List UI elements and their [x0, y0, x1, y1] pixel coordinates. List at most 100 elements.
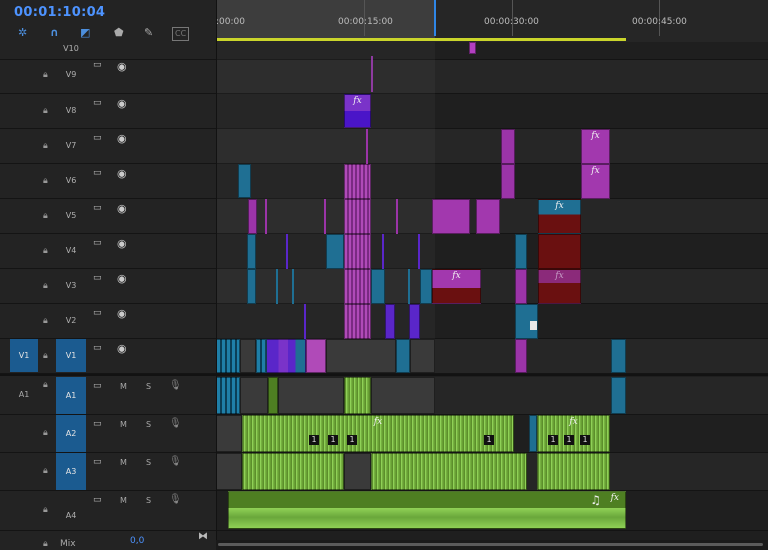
horizontal-scrollbar[interactable] — [216, 540, 768, 550]
solo-button[interactable]: S — [146, 458, 151, 467]
video-clip[interactable] — [385, 304, 395, 339]
video-clip[interactable] — [324, 199, 326, 234]
lock-icon[interactable]: 🔒︎ — [43, 380, 48, 390]
playhead-timecode[interactable]: 00:01:10:04 — [14, 5, 105, 20]
master-track-icon[interactable]: ⧓ — [198, 531, 208, 542]
audio-clip[interactable] — [344, 453, 371, 490]
sync-lock-icon[interactable]: ▭ — [93, 168, 102, 178]
video-clip[interactable] — [432, 199, 470, 234]
sync-lock-icon[interactable]: ▭ — [93, 238, 102, 248]
sync-lock-icon[interactable]: ▭ — [93, 133, 102, 143]
sync-lock-icon[interactable]: ▭ — [93, 203, 102, 213]
track-name[interactable]: A4 — [56, 511, 86, 520]
video-clip[interactable] — [409, 304, 420, 339]
video-clip-group[interactable] — [344, 199, 371, 234]
audio-clip[interactable] — [371, 377, 435, 414]
solo-button[interactable]: S — [146, 496, 151, 505]
video-clip[interactable] — [326, 339, 396, 373]
audio-clip[interactable] — [216, 377, 240, 414]
video-clip[interactable] — [304, 304, 306, 339]
video-clip-fx[interactable]: fx — [538, 199, 581, 234]
video-clip[interactable] — [366, 129, 368, 164]
eye-icon[interactable]: ◉ — [117, 202, 127, 215]
eye-icon[interactable]: ◉ — [117, 60, 127, 73]
audio-clip[interactable] — [240, 377, 268, 414]
lock-icon[interactable]: 🔒︎ — [43, 505, 48, 515]
mute-button[interactable]: M — [120, 496, 127, 505]
track-lanes[interactable]: fx fx fx fx fx fx fx 1 1 1 1 fx 1 1 1 ♫ … — [216, 42, 768, 550]
audio-clip-group[interactable]: fx 1 1 1 — [537, 415, 610, 452]
video-clip-fx[interactable]: fx — [581, 164, 610, 199]
playhead[interactable] — [434, 0, 436, 36]
video-clip[interactable] — [408, 269, 410, 304]
video-clip-group[interactable] — [266, 339, 306, 373]
video-clip-fx[interactable]: fx — [432, 269, 481, 304]
video-clip[interactable] — [240, 339, 256, 373]
video-clip[interactable] — [292, 269, 294, 304]
video-clip[interactable] — [248, 199, 257, 234]
audio-clip-group[interactable]: fx 1 1 1 1 — [242, 415, 514, 452]
sync-lock-icon[interactable]: ▭ — [93, 273, 102, 283]
video-audio-divider[interactable] — [0, 374, 768, 376]
scrollbar-thumb[interactable] — [218, 543, 763, 546]
mic-icon[interactable]: 🎙︎ — [169, 380, 182, 391]
video-clip[interactable] — [286, 234, 288, 269]
video-clip[interactable] — [371, 269, 385, 304]
sync-lock-icon[interactable]: ▭ — [93, 343, 102, 353]
video-clip[interactable] — [501, 129, 515, 164]
mic-icon[interactable]: 🎙︎ — [169, 456, 182, 467]
video-clip[interactable] — [501, 164, 515, 199]
mic-icon[interactable]: 🎙︎ — [169, 418, 182, 429]
sync-lock-icon[interactable]: ▭ — [93, 419, 102, 429]
lock-icon[interactable]: 🔒︎ — [43, 539, 48, 549]
audio-clip[interactable] — [344, 377, 371, 414]
video-clip-group[interactable] — [344, 304, 371, 339]
video-clip-group[interactable] — [344, 164, 371, 199]
time-ruler[interactable]: :00:00 00:00:15:00 00:00:30:00 00:00:45:… — [216, 0, 768, 42]
video-clip[interactable] — [371, 56, 373, 92]
video-clip[interactable] — [396, 199, 398, 234]
video-clip[interactable] — [420, 269, 432, 304]
lock-icon[interactable]: 🔒︎ — [43, 211, 48, 221]
track-target-a1[interactable]: A1 — [56, 377, 86, 414]
sync-lock-icon[interactable]: ▭ — [93, 308, 102, 318]
lock-icon[interactable]: 🔒︎ — [43, 351, 48, 361]
audio-clip[interactable] — [278, 377, 344, 414]
source-patch-v1[interactable]: V1 — [10, 339, 38, 372]
video-clip[interactable] — [515, 269, 527, 304]
video-clip[interactable] — [265, 199, 267, 234]
audio-clip[interactable] — [529, 415, 537, 452]
video-clip[interactable] — [410, 339, 435, 373]
eye-icon[interactable]: ◉ — [117, 132, 127, 145]
audio-clip-group[interactable] — [537, 453, 610, 490]
mute-button[interactable]: M — [120, 420, 127, 429]
mix-volume-value[interactable]: 0,0 — [130, 536, 144, 546]
video-clip-fx[interactable]: fx — [538, 269, 581, 304]
lock-icon[interactable]: 🔒︎ — [43, 176, 48, 186]
video-clip-fx[interactable]: fx — [344, 94, 371, 128]
lock-icon[interactable]: 🔒︎ — [43, 281, 48, 291]
track-target-a3[interactable]: A3 — [56, 453, 86, 490]
mute-button[interactable]: M — [120, 458, 127, 467]
video-clip-fx[interactable]: fx — [581, 129, 610, 164]
video-clip[interactable] — [382, 234, 384, 269]
linked-selection-icon[interactable]: ◩ — [80, 27, 90, 39]
sync-lock-icon[interactable]: ▭ — [93, 381, 102, 391]
video-clip[interactable] — [247, 269, 256, 304]
video-clip[interactable] — [515, 234, 527, 269]
video-clip[interactable] — [611, 339, 626, 373]
captions-icon[interactable]: CC — [172, 27, 190, 41]
sync-lock-icon[interactable]: ▭ — [93, 98, 102, 108]
audio-clip[interactable] — [216, 453, 242, 490]
solo-button[interactable]: S — [146, 382, 151, 391]
audio-clip-group[interactable] — [371, 453, 527, 490]
lock-icon[interactable]: 🔒︎ — [43, 466, 48, 476]
eye-icon[interactable]: ◉ — [117, 307, 127, 320]
video-clip-group[interactable] — [344, 269, 371, 304]
marker-icon[interactable]: ⬟ — [114, 27, 124, 39]
wrench-icon[interactable]: ✎ — [144, 27, 153, 39]
video-clip[interactable] — [476, 199, 500, 234]
video-clip[interactable] — [469, 42, 476, 54]
audio-clip[interactable] — [611, 377, 626, 414]
lock-icon[interactable]: 🔒︎ — [43, 428, 48, 438]
